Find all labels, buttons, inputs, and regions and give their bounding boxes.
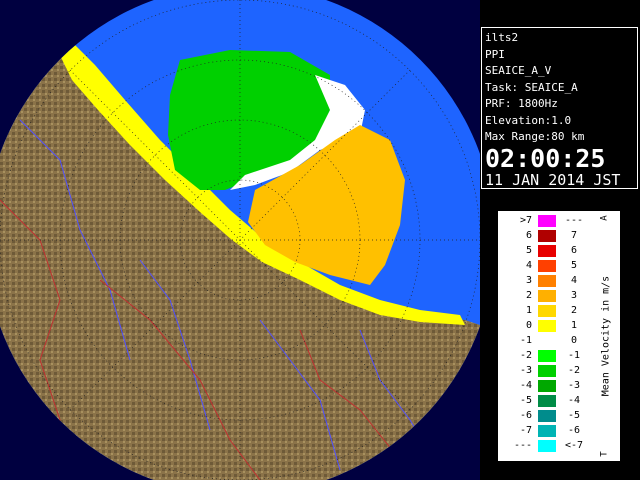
- legend-left-label: 2: [525, 290, 532, 301]
- legend-left-label: -2: [519, 350, 532, 361]
- legend-unit-text: Mean Velocity in m/s: [600, 275, 612, 397]
- legend-color-swatch: [538, 365, 556, 377]
- legend-color-swatch: [538, 425, 556, 437]
- product-name: SEAICE_A_V: [485, 64, 552, 77]
- legend-top-marker: A: [599, 215, 610, 221]
- legend-left-label: 3: [525, 275, 532, 286]
- legend-left-label: 6: [525, 230, 532, 241]
- legend-bottom-marker: T: [599, 451, 610, 457]
- legend-right-label: 2: [570, 305, 578, 316]
- legend-color-swatch: [538, 305, 556, 317]
- legend-right-label: -3: [567, 380, 581, 391]
- station-name: ilts2: [485, 31, 519, 44]
- legend-left-label: 5: [525, 245, 532, 256]
- legend-color-swatch: [538, 230, 556, 242]
- legend-color-swatch: [538, 320, 556, 332]
- elevation-value: Elevation:1.0: [485, 113, 572, 127]
- radar-ppi-display: [0, 0, 480, 480]
- legend-color-swatch: [538, 395, 556, 407]
- legend-color-swatch: [538, 410, 556, 422]
- legend-left-label: -5: [519, 395, 532, 406]
- prf-value: PRF: 1800Hz: [485, 97, 558, 110]
- legend-right-label: 6: [570, 245, 578, 256]
- legend-right-label: -1: [567, 350, 581, 361]
- legend-right-label: -2: [567, 365, 581, 376]
- legend-color-swatch: [538, 290, 556, 302]
- product-type: PPI: [485, 47, 505, 61]
- velocity-legend: >7 --- 6 7 5 6 4 5 3 4 2 3 1 2 0 1 -1 0 -2 -1 -3 -2 -4 -3 -5 -4 -6…: [497, 210, 621, 462]
- task-name: Task: SEAICE_A: [485, 80, 578, 94]
- legend-color-swatch: [538, 335, 556, 347]
- legend-color-swatch: [538, 275, 556, 287]
- legend-left-label: 0: [525, 320, 532, 331]
- legend-color-swatch: [538, 380, 556, 392]
- legend-left-label: -6: [519, 410, 532, 421]
- legend-right-label: ---: [564, 215, 584, 226]
- legend-left-label: ---: [513, 440, 532, 451]
- legend-left-label: -4: [519, 380, 532, 391]
- legend-unit-label: A Mean Velocity in m/s T: [598, 213, 614, 459]
- legend-right-label: 5: [570, 260, 578, 271]
- legend-right-label: -4: [567, 395, 581, 406]
- info-panel: ilts2 PPI SEAICE_A_V Task: SEAICE_A PRF:…: [481, 27, 638, 189]
- scan-date: 11 JAN 2014 JST: [485, 170, 621, 189]
- legend-right-label: 1: [570, 320, 578, 331]
- legend-left-label: -7: [519, 425, 532, 436]
- legend-color-swatch: [538, 440, 556, 452]
- legend-right-label: 4: [570, 275, 578, 286]
- legend-color-swatch: [538, 350, 556, 362]
- legend-color-swatch: [538, 260, 556, 272]
- scan-time: 02:00:25: [485, 143, 606, 173]
- legend-right-label: <-7: [564, 440, 584, 451]
- legend-right-label: 3: [570, 290, 578, 301]
- legend-color-swatch: [538, 215, 556, 227]
- legend-right-label: -6: [567, 425, 581, 436]
- legend-left-label: -3: [519, 365, 532, 376]
- legend-left-label: 4: [525, 260, 532, 271]
- legend-left-label: >7: [519, 215, 532, 226]
- legend-color-swatch: [538, 245, 556, 257]
- legend-left-label: -1: [519, 335, 532, 346]
- legend-right-label: 0: [570, 335, 578, 346]
- legend-left-label: 1: [525, 305, 532, 316]
- legend-right-label: 7: [570, 230, 578, 241]
- legend-right-label: -5: [567, 410, 581, 421]
